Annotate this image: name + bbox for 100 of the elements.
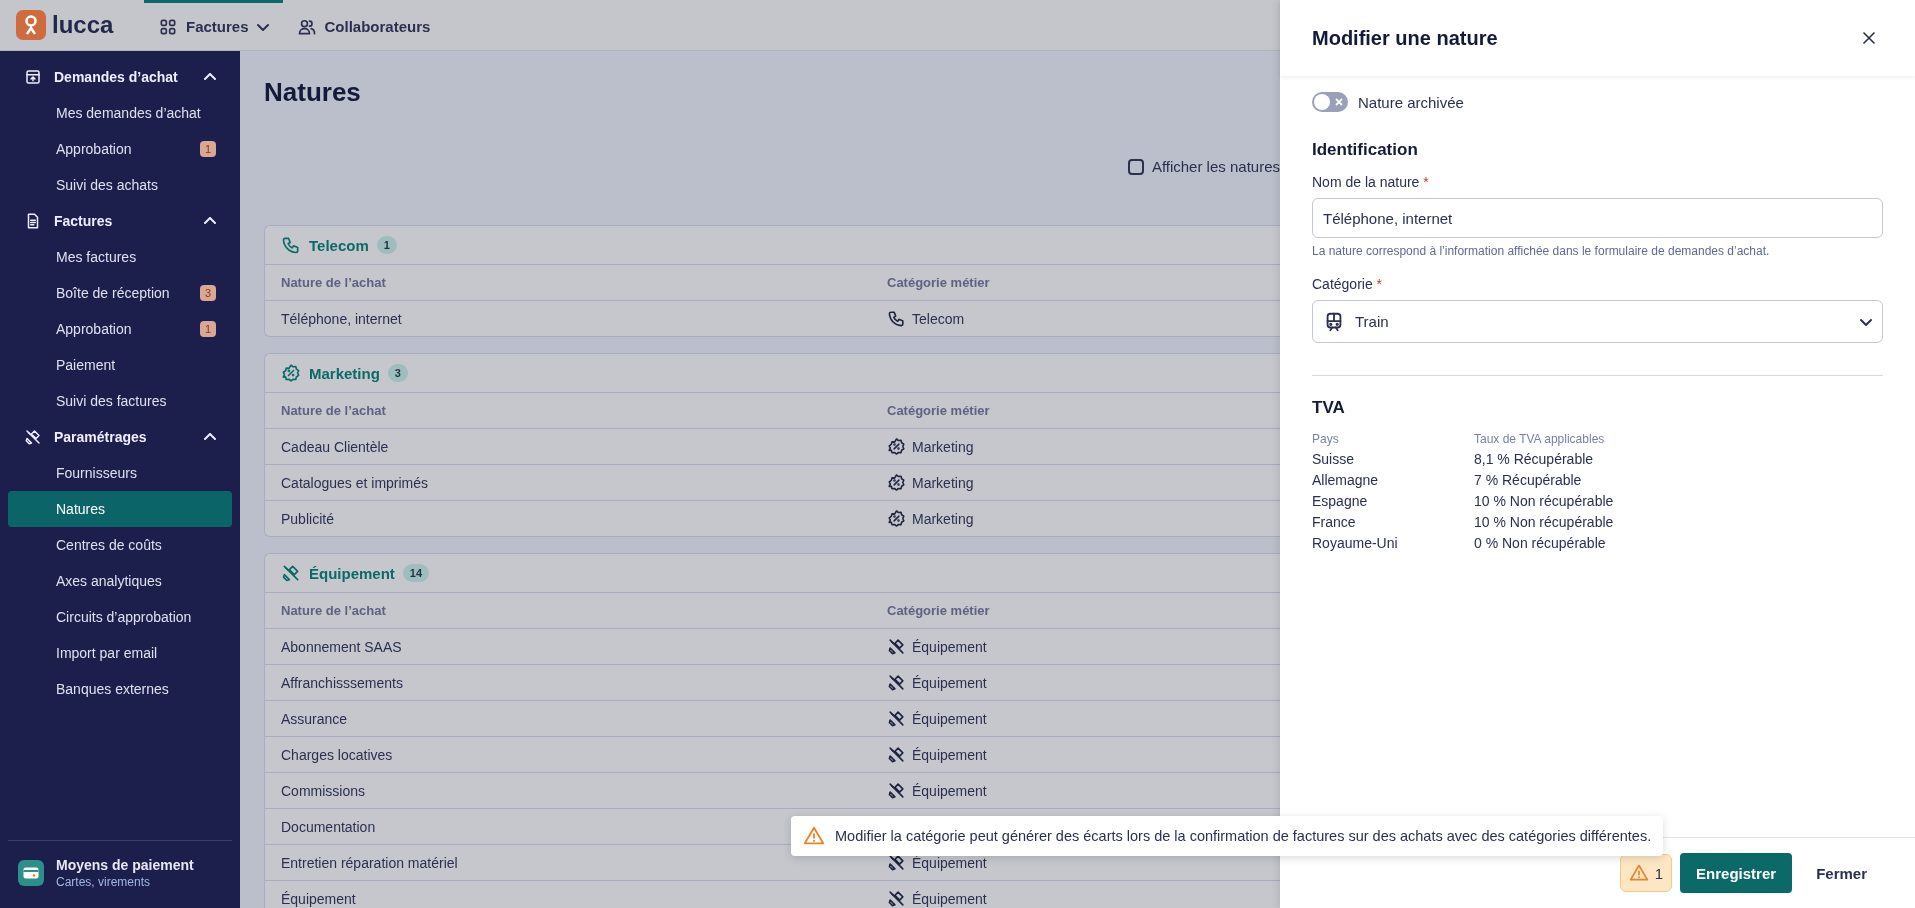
percent-badge-icon: [281, 363, 301, 383]
logo-text: lucca: [52, 11, 114, 39]
sidebar-item[interactable]: Mes demandes d’achat: [8, 95, 232, 131]
table-cell: Assurance: [281, 710, 348, 727]
payment-methods-link[interactable]: Moyens de paiement: [56, 857, 194, 873]
table-cell: Marketing: [912, 510, 974, 527]
column-header: Nature de l’achat: [281, 603, 386, 618]
column-header: Pays: [1312, 432, 1340, 446]
sidebar-item[interactable]: Circuits d’approbation: [8, 599, 232, 635]
x-mark-icon: [1335, 98, 1343, 106]
table-cell-text: France: [1312, 514, 1357, 530]
sidebar-section[interactable]: Demandes d’achat: [0, 59, 240, 95]
table-cell: Marketing: [912, 474, 974, 491]
warning-icon: [803, 825, 825, 847]
table-cell-text: Suisse: [1312, 451, 1356, 467]
table-cell: Telecom: [912, 310, 965, 327]
sidebar-item[interactable]: Boîte de réception 3: [8, 275, 232, 311]
table-cell-text: 10 % Non récupérable: [1474, 493, 1615, 509]
sidebar-item[interactable]: Suivi des achats: [8, 167, 232, 203]
table-cell: Équipement: [912, 674, 987, 691]
panel-title: Modifier une nature: [1312, 26, 1498, 50]
sidebar-item[interactable]: Approbation 1: [8, 131, 232, 167]
percent-badge-icon: [887, 473, 906, 492]
table-cell-text: 0 % Non récupérable: [1474, 535, 1607, 551]
category-title: Marketing: [309, 364, 380, 382]
chevron-up-icon: [204, 433, 216, 441]
tools-icon: [887, 673, 906, 692]
tools-icon: [887, 745, 906, 764]
table-cell: Équipement: [912, 782, 987, 799]
tools-icon: [887, 709, 906, 728]
field-label: Nom de la nature *: [1312, 174, 1430, 190]
checkbox-label: Afficher les natures: [1151, 158, 1280, 175]
close-text-button[interactable]: Fermer: [1800, 853, 1883, 893]
table-cell: Catalogues et imprimés: [281, 474, 429, 491]
phone-icon: [281, 235, 301, 255]
chevron-down-icon: [1860, 317, 1872, 326]
count-badge: 14: [402, 564, 430, 582]
table-cell-text: Allemagne: [1312, 472, 1380, 488]
payment-methods-subtitle: Cartes, virements: [56, 875, 152, 889]
logo-icon: [16, 10, 46, 40]
toggle-label: Nature archivée: [1358, 93, 1464, 111]
column-header: Catégorie métier: [887, 275, 990, 290]
percent-badge-icon: [887, 509, 906, 528]
warning-icon: [1628, 863, 1649, 883]
phone-icon: [887, 309, 906, 328]
count-badge: 1: [199, 141, 216, 157]
tools-icon: [281, 563, 301, 583]
chevron-up-icon: [204, 217, 216, 225]
column-header: Taux de TVA applicables: [1474, 432, 1606, 446]
sidebar-item[interactable]: Suivi des factures: [8, 383, 232, 419]
save-button[interactable]: Enregistrer: [1680, 853, 1793, 893]
sidebar-item[interactable]: Import par email: [8, 635, 232, 671]
count-badge: 1: [376, 236, 397, 254]
tools-icon: [887, 853, 906, 872]
table-cell: Téléphone, internet: [281, 310, 402, 327]
table-cell: Entretien réparation matériel: [281, 854, 458, 871]
table-cell: Équipement: [912, 890, 987, 907]
checkbox[interactable]: [1127, 158, 1144, 175]
tools-icon: [887, 889, 906, 908]
inbox-icon: [24, 68, 42, 86]
sidebar-item[interactable]: Fournisseurs: [8, 455, 232, 491]
table-cell: Équipement: [912, 710, 987, 727]
sidebar-item[interactable]: Mes factures: [8, 239, 232, 275]
field-hint: La nature correspond à l’information affichée dans le formulaire de demandes d’achat.: [1312, 244, 1771, 258]
table-cell: Équipement: [281, 890, 356, 907]
tools-icon: [887, 781, 906, 800]
column-header: Catégorie métier: [887, 603, 990, 618]
table-cell-text: 10 % Non récupérable: [1474, 514, 1615, 530]
table-cell-text: 7 % Récupérable: [1474, 472, 1583, 488]
table-cell-text: 8,1 % Récupérable: [1474, 451, 1595, 467]
category-title: Telecom: [309, 236, 369, 254]
nav-tab[interactable]: Collaborateurs: [282, 0, 445, 50]
table-cell: Équipement: [912, 638, 987, 655]
category-title: Équipement: [309, 564, 395, 582]
table-cell: Équipement: [912, 854, 987, 871]
tools-icon: [887, 637, 906, 656]
count-badge: 3: [199, 285, 216, 301]
sidebar-item[interactable]: Axes analytiques: [8, 563, 232, 599]
table-cell-text: Royaume-Uni: [1312, 535, 1399, 551]
column-header: Nature de l’achat: [281, 275, 386, 290]
table-cell: Marketing: [912, 438, 974, 455]
sidebar-item[interactable]: Approbation 1: [8, 311, 232, 347]
column-header: Nature de l’achat: [281, 403, 386, 418]
category-select[interactable]: Train: [1312, 300, 1883, 343]
sidebar-section[interactable]: Factures: [0, 203, 240, 239]
sidebar-item[interactable]: Banques externes: [8, 671, 232, 707]
table-cell: Documentation: [281, 818, 376, 835]
table-cell: Cadeau Clientèle: [281, 438, 389, 455]
warning-count-button[interactable]: 1: [1619, 854, 1673, 892]
sidebar-item[interactable]: Centres de coûts: [8, 527, 232, 563]
sidebar-item[interactable]: Paiement: [8, 347, 232, 383]
toggle-switch[interactable]: [1312, 92, 1348, 112]
section-title: TVA: [1312, 398, 1346, 418]
table-cell: Commissions: [281, 782, 365, 799]
payment-card-icon: [18, 860, 44, 886]
count-badge: 1: [199, 321, 216, 337]
sidebar-section[interactable]: Paramétrages: [0, 419, 240, 455]
column-header: Catégorie métier: [887, 403, 990, 418]
sidebar-item[interactable]: Natures: [8, 491, 232, 527]
name-input-field[interactable]: Téléphone, internet: [1312, 198, 1883, 238]
